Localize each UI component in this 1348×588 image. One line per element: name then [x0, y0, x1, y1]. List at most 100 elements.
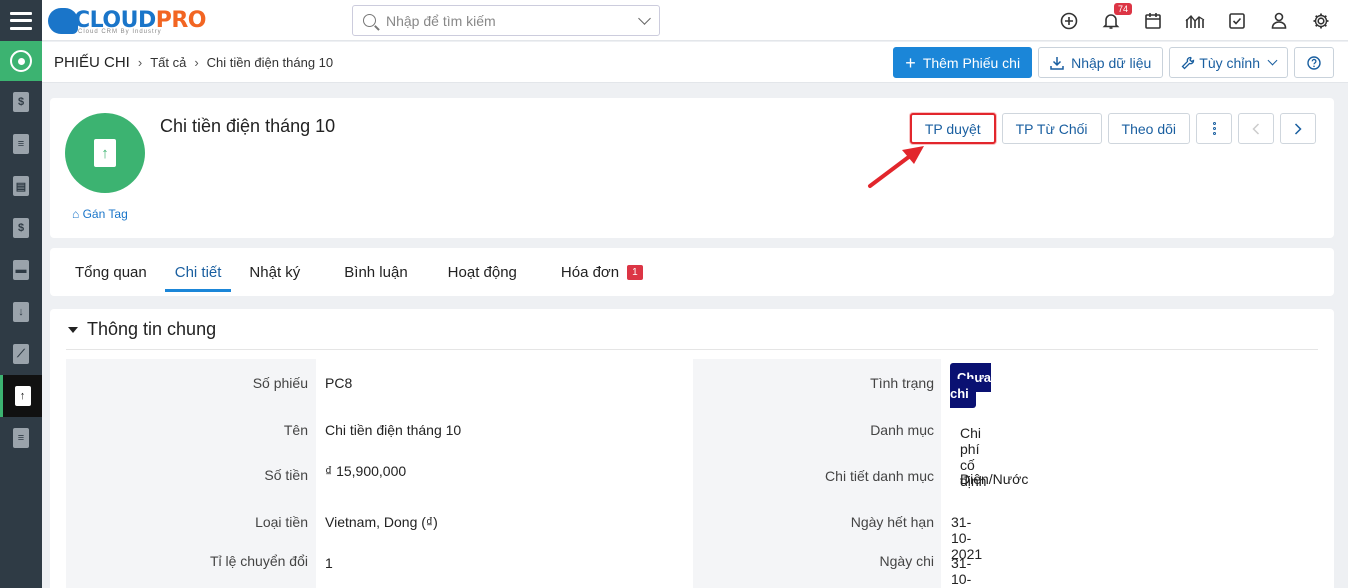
record-header-card: ↑ ⌂ Gán Tag Chi tiền điện tháng 10 TP du… — [50, 98, 1334, 238]
field-label: Loại tiền — [255, 514, 308, 530]
notification-count-badge: 74 — [1114, 3, 1133, 15]
quick-create-button[interactable] — [1048, 0, 1090, 41]
gear-icon — [1313, 13, 1329, 28]
download-icon — [1050, 56, 1064, 70]
tab-detail-label: Chi tiết — [174, 263, 222, 281]
logo-pro-text: PRO — [155, 8, 207, 33]
logo-subtitle: Cloud CRM By Industry — [78, 29, 162, 35]
menu-toggle-button[interactable] — [0, 0, 42, 41]
breadcrumb-bar: PHIẾU CHI › Tất cả › Chi tiền điện tháng… — [42, 42, 1348, 83]
field-label: Số phiếu — [252, 375, 308, 391]
download-document-icon: ↓ — [13, 302, 29, 322]
sidebar-item-finance[interactable]: $ — [0, 81, 42, 123]
help-icon — [1307, 55, 1321, 70]
customize-button-label: Tùy chỉnh — [1199, 54, 1260, 71]
field-label: Tình trạng — [870, 375, 934, 391]
tab-overview[interactable]: Tổng quan — [63, 248, 159, 296]
record-avatar: ↑ — [65, 113, 145, 193]
field-value: 1 — [325, 555, 333, 571]
topbar: CLOUDPRO Cloud CRM By Industry Nhập để t… — [42, 0, 1348, 41]
breadcrumb-filter[interactable]: Tất cả — [150, 55, 186, 70]
help-button[interactable] — [1294, 47, 1334, 78]
logo[interactable]: CLOUDPRO Cloud CRM By Industry — [48, 4, 207, 38]
settings-button[interactable] — [1300, 0, 1342, 41]
tasks-button[interactable] — [1216, 0, 1258, 41]
search-icon — [363, 14, 376, 27]
kebab-icon — [1212, 122, 1216, 135]
record-title: Chi tiền điện tháng 10 — [160, 116, 336, 136]
tab-comments-label: Bình luận — [344, 263, 408, 281]
tag-label: Gán Tag — [82, 207, 128, 221]
calendar-button[interactable] — [1132, 0, 1174, 41]
breadcrumb-module[interactable]: PHIẾU CHI — [54, 54, 130, 71]
wrench-icon — [1181, 56, 1195, 69]
status-badge: Chưa chi — [950, 363, 991, 408]
tab-activities[interactable]: Hoạt động — [436, 248, 529, 296]
field-value: Vietnam, Dong (₫) — [325, 514, 438, 530]
follow-button[interactable]: Theo dõi — [1107, 113, 1190, 144]
sidebar-item-list[interactable]: ≡ — [0, 417, 42, 459]
field-value: PC8 — [325, 375, 353, 391]
upload-document-icon: ↑ — [14, 386, 31, 406]
sidebar-item-sales-order[interactable]: ▤ — [0, 165, 42, 207]
reports-button[interactable] — [1174, 0, 1216, 41]
plus-circle-icon — [1060, 12, 1078, 29]
sidebar-home-button[interactable] — [0, 41, 42, 81]
reject-button[interactable]: TP Từ Chối — [1001, 113, 1102, 144]
calendar-icon — [1145, 13, 1161, 29]
customize-dropdown-button[interactable]: Tùy chỉnh — [1169, 47, 1288, 78]
sidebar-item-payment[interactable]: $ — [0, 207, 42, 249]
import-button-label: Nhập dữ liệu — [1071, 54, 1152, 71]
record-tabs: Tổng quan Chi tiết Nhật ký Bình luận Hoạ… — [50, 248, 1334, 296]
profile-button[interactable] — [1258, 0, 1300, 41]
field-label: Số tiền — [264, 467, 308, 483]
invoice-icon: ≡ — [13, 134, 29, 154]
sidebar-item-payment-voucher[interactable]: ↑ — [0, 375, 42, 417]
tab-invoices[interactable]: Hóa đơn 1 — [549, 248, 655, 296]
notifications-button[interactable]: 74 — [1090, 0, 1133, 41]
next-record-button[interactable] — [1280, 113, 1316, 144]
section-header[interactable]: Thông tin chung — [68, 319, 216, 340]
sidebar-item-report[interactable]: ⟋ — [0, 333, 42, 375]
tab-log-label: Nhật ký — [249, 263, 301, 281]
chevron-right-icon: › — [194, 55, 199, 70]
add-payment-voucher-button[interactable]: + Thêm Phiếu chi — [893, 47, 1033, 78]
section-divider — [66, 349, 1318, 350]
tab-invoices-label: Hóa đơn — [560, 263, 620, 281]
tabs-card: Tổng quan Chi tiết Nhật ký Bình luận Hoạ… — [50, 248, 1334, 296]
tab-overview-label: Tổng quan — [75, 263, 147, 281]
hamburger-icon — [10, 11, 32, 30]
chevron-down-icon[interactable] — [638, 12, 651, 25]
field-value: 31-10-2021 — [951, 555, 982, 588]
sidebar-item-invoice[interactable]: ≡ — [0, 123, 42, 165]
sidebar-item-receipt[interactable]: ↓ — [0, 291, 42, 333]
tab-log[interactable]: Nhật ký — [237, 248, 312, 296]
search-placeholder: Nhập để tìm kiếm — [386, 12, 496, 29]
tab-detail[interactable]: Chi tiết — [163, 248, 234, 296]
assign-tag-link[interactable]: ⌂ Gán Tag — [72, 207, 128, 221]
document-icon: ▤ — [13, 176, 29, 196]
previous-record-button[interactable] — [1238, 113, 1274, 144]
search-input[interactable]: Nhập để tìm kiếm — [352, 5, 660, 36]
field-value: ₫ 15,900,000 — [325, 463, 407, 479]
chevron-right-icon: › — [137, 55, 143, 70]
dollar-document-icon: $ — [13, 218, 29, 238]
more-actions-button[interactable] — [1196, 113, 1232, 144]
field-value: Điện/Nước — [960, 471, 1029, 487]
list-document-icon: ≡ — [13, 428, 29, 448]
red-pointer-arrow — [868, 146, 924, 188]
report-icon — [1185, 14, 1205, 28]
sidebar-item-ledger[interactable]: ▬ — [0, 249, 42, 291]
field-label: Tỉ lệ chuyển đổi — [209, 553, 308, 569]
breadcrumb-record: Chi tiền điện tháng 10 — [206, 55, 334, 70]
tab-comments[interactable]: Bình luận — [332, 248, 419, 296]
caret-down-icon — [68, 326, 78, 333]
chevron-down-icon — [1267, 55, 1278, 66]
target-icon — [10, 50, 32, 72]
sidebar: $ ≡ ▤ $ ▬ ↓ ⟋ ↑ ≡ — [0, 0, 42, 588]
tab-activities-label: Hoạt động — [447, 263, 517, 281]
field-label: Ngày hết hạn — [850, 514, 934, 530]
import-data-button[interactable]: Nhập dữ liệu — [1038, 47, 1164, 78]
chart-icon: ⟋ — [13, 344, 29, 364]
plus-icon: + — [905, 52, 916, 73]
